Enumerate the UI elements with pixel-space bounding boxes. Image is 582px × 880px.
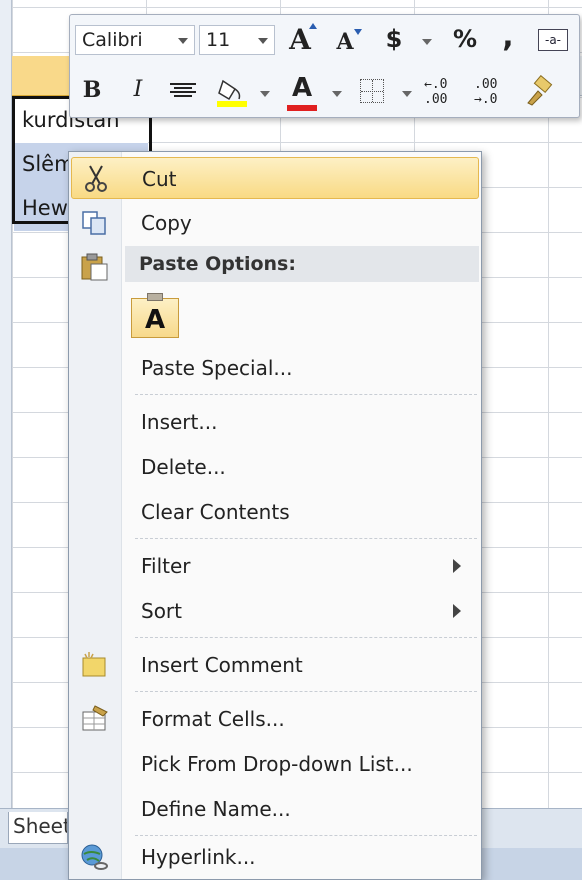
accounting-format-button[interactable]: $	[382, 25, 406, 53]
row-header-strip[interactable]	[0, 0, 12, 880]
menu-separator	[135, 394, 477, 395]
menu-separator	[135, 637, 477, 638]
menu-item-clear-contents[interactable]: Clear Contents	[71, 491, 479, 533]
chevron-down-icon[interactable]	[260, 91, 270, 97]
section-label: Paste Options:	[139, 253, 296, 275]
font-size-value: 11	[206, 29, 231, 51]
menu-item-label: Copy	[141, 211, 192, 235]
center-align-icon[interactable]	[170, 81, 196, 101]
menu-item-label: Paste Special...	[141, 356, 293, 380]
shrink-font-button[interactable]: A	[332, 29, 362, 57]
paste-values-button[interactable]: A	[131, 293, 179, 338]
chevron-down-icon	[178, 38, 188, 44]
format-painter-button[interactable]	[522, 74, 556, 109]
context-menu: Cut Copy Paste Options: A Paste Special.…	[68, 151, 482, 880]
merge-center-icon[interactable]: -a-	[538, 29, 568, 51]
copy-icon	[82, 211, 106, 235]
increase-decimal-button[interactable]: ←.0 .00	[424, 77, 464, 107]
paste-values-icon: A	[144, 305, 166, 335]
paste-options-header: Paste Options:	[125, 246, 479, 282]
menu-item-label: Hyperlink...	[141, 845, 256, 869]
fill-color-button[interactable]	[215, 75, 249, 109]
insert-comment-icon	[82, 652, 106, 677]
chevron-down-icon[interactable]	[332, 91, 342, 97]
menu-item-paste-special[interactable]: Paste Special...	[71, 347, 479, 389]
font-color-icon: A	[291, 73, 313, 103]
menu-item-label: Insert Comment	[141, 653, 303, 677]
menu-item-label: Delete...	[141, 455, 226, 479]
menu-item-copy[interactable]: Copy	[71, 202, 479, 244]
grow-font-button[interactable]: A	[285, 23, 317, 57]
font-size-combo[interactable]: 11	[199, 25, 275, 55]
submenu-arrow-icon	[453, 604, 461, 618]
font-color-swatch	[287, 105, 317, 111]
menu-item-insert[interactable]: Insert...	[71, 401, 479, 443]
format-cells-icon	[82, 705, 108, 731]
menu-item-cut[interactable]: Cut	[71, 157, 479, 199]
arrow-up-icon	[309, 23, 317, 29]
sheet-tab[interactable]: Sheet1	[8, 812, 68, 844]
menu-item-format-cells[interactable]: Format Cells...	[71, 698, 479, 740]
menu-item-pick-from-list[interactable]: Pick From Drop-down List...	[71, 743, 479, 785]
fill-color-swatch	[217, 101, 247, 107]
decrease-decimal-bottom: →.0	[474, 92, 498, 107]
decrease-decimal-top: .00	[474, 77, 498, 92]
menu-item-label: Cut	[142, 167, 177, 191]
menu-separator	[135, 538, 477, 539]
comma-style-button[interactable]: ,	[498, 19, 518, 54]
font-name-value: Calibri	[82, 29, 143, 51]
menu-item-label: Insert...	[141, 410, 218, 434]
menu-item-insert-comment[interactable]: Insert Comment	[71, 644, 479, 686]
menu-item-filter[interactable]: Filter	[71, 545, 479, 587]
menu-item-hyperlink[interactable]: Hyperlink...	[71, 836, 479, 878]
menu-item-label: Define Name...	[141, 797, 291, 821]
menu-item-label: Clear Contents	[141, 500, 290, 524]
arrow-down-icon	[354, 29, 362, 35]
chevron-down-icon[interactable]	[402, 91, 412, 97]
menu-item-label: Filter	[141, 554, 191, 578]
menu-item-sort[interactable]: Sort	[71, 590, 479, 632]
menu-separator	[135, 691, 477, 692]
font-color-button[interactable]: A	[285, 73, 319, 111]
chevron-down-icon	[258, 38, 268, 44]
bold-button[interactable]: B	[78, 77, 106, 103]
paintbrush-icon	[527, 74, 553, 106]
italic-button[interactable]: I	[126, 77, 150, 102]
percent-style-button[interactable]: %	[450, 25, 480, 53]
mini-toolbar: Calibri 11 A A $ % , -a- B I A ←.0 .00 .…	[69, 14, 580, 118]
clipboard-icon	[81, 253, 108, 281]
chevron-down-icon[interactable]	[422, 39, 432, 45]
menu-item-define-name[interactable]: Define Name...	[71, 788, 479, 830]
grow-font-icon: A	[289, 23, 311, 56]
increase-decimal-bottom: .00	[424, 92, 448, 107]
increase-decimal-top: ←.0	[424, 77, 448, 92]
menu-item-label: Sort	[141, 599, 182, 623]
scissors-icon	[85, 165, 107, 192]
hyperlink-globe-icon	[81, 844, 108, 870]
menu-item-label: Format Cells...	[141, 707, 285, 731]
borders-icon[interactable]	[360, 79, 384, 103]
decrease-decimal-button[interactable]: .00 →.0	[474, 77, 514, 107]
submenu-arrow-icon	[453, 559, 461, 573]
menu-item-delete[interactable]: Delete...	[71, 446, 479, 488]
clipboard-clip-icon	[147, 293, 163, 301]
shrink-font-icon: A	[336, 29, 354, 55]
font-name-combo[interactable]: Calibri	[75, 25, 195, 55]
menu-item-label: Pick From Drop-down List...	[141, 752, 413, 776]
